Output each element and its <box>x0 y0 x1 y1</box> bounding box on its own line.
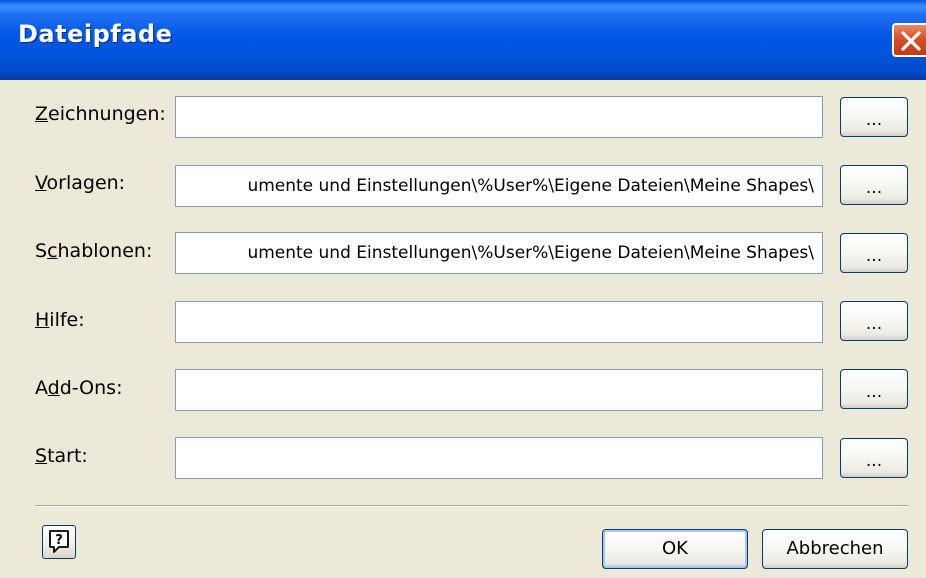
label-add-ons: Add-Ons: <box>35 377 123 399</box>
zeichnungen-path-input[interactable] <box>175 96 823 138</box>
dialog-title: Dateipfade <box>18 20 173 48</box>
add-ons-path-input[interactable] <box>175 369 823 411</box>
ok-button[interactable]: OK <box>602 529 748 569</box>
close-icon <box>901 31 921 51</box>
cancel-button[interactable]: Abbrechen <box>762 529 908 569</box>
zeichnungen-browse-button[interactable]: ... <box>840 97 908 137</box>
add-ons-browse-button[interactable]: ... <box>840 369 908 409</box>
close-button[interactable] <box>892 23 926 57</box>
label-hilfe: Hilfe: <box>35 309 85 331</box>
title-bar: Dateipfade <box>0 0 926 80</box>
label-vorlagen: Vorlagen: <box>35 172 126 194</box>
hilfe-path-input[interactable] <box>175 301 823 343</box>
help-button[interactable]: ? <box>42 525 76 559</box>
label-start: Start: <box>35 445 88 467</box>
vorlagen-path-input[interactable]: umente und Einstellungen\%User%\Eigene D… <box>175 165 823 207</box>
svg-text:?: ? <box>55 533 63 548</box>
dialog-window: Dateipfade Zeichnungen: ... Vorlagen: um… <box>0 0 926 578</box>
schablonen-path-input[interactable]: umente und Einstellungen\%User%\Eigene D… <box>175 232 823 274</box>
label-zeichnungen: Zeichnungen: <box>35 103 166 125</box>
hilfe-browse-button[interactable]: ... <box>840 301 908 341</box>
separator <box>35 505 908 507</box>
label-schablonen: Schablonen: <box>35 240 153 262</box>
start-browse-button[interactable]: ... <box>840 438 908 478</box>
dialog-content: Zeichnungen: ... Vorlagen: umente und Ei… <box>0 80 926 578</box>
vorlagen-browse-button[interactable]: ... <box>840 165 908 205</box>
schablonen-browse-button[interactable]: ... <box>840 233 908 273</box>
start-path-input[interactable] <box>175 437 823 479</box>
help-icon: ? <box>49 530 69 553</box>
